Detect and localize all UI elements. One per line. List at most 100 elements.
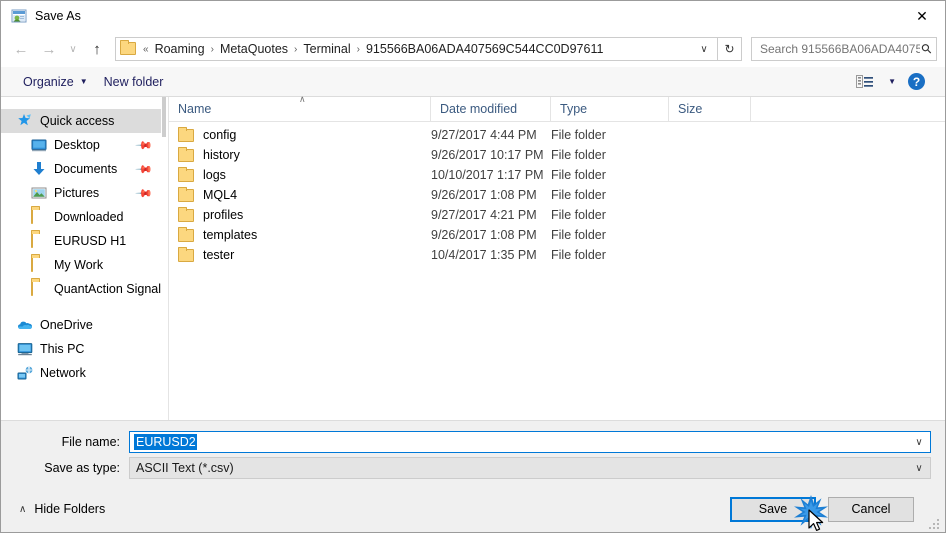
dialog-body: Quick access Desktop 📌 Documents 📌 Pictu… bbox=[1, 93, 945, 420]
sidebar-item-network[interactable]: Network bbox=[1, 361, 161, 385]
sidebar-item-desktop[interactable]: Desktop 📌 bbox=[1, 133, 161, 157]
navigation-bar: ← → ∨ ↑ « Roaming › MetaQuotes › Termina… bbox=[1, 31, 945, 67]
file-name-label: logs bbox=[203, 168, 226, 182]
column-header-size[interactable]: Size bbox=[669, 96, 751, 122]
file-list-pane: Name ∧ Date modified Type Size config 9/… bbox=[169, 93, 945, 420]
file-date-cell: 9/27/2017 4:44 PM bbox=[431, 128, 537, 142]
organize-button[interactable]: Organize ▼ bbox=[15, 71, 96, 93]
file-date-cell: 9/26/2017 10:17 PM bbox=[431, 148, 544, 162]
chevron-up-icon: ∧ bbox=[19, 503, 27, 515]
command-bar-right: ▼ ? bbox=[856, 73, 935, 90]
table-row[interactable]: templates 9/26/2017 1:08 PM File folder bbox=[169, 225, 945, 245]
command-bar: Organize ▼ New folder ▼ ? bbox=[1, 67, 945, 97]
this-pc-icon bbox=[17, 341, 33, 357]
navigation-pane: Quick access Desktop 📌 Documents 📌 Pictu… bbox=[1, 97, 161, 420]
table-row[interactable]: MQL4 9/26/2017 1:08 PM File folder bbox=[169, 185, 945, 205]
sidebar-item-onedrive[interactable]: OneDrive bbox=[1, 313, 161, 337]
footer-buttons: Save Cancel bbox=[730, 494, 931, 531]
search-box[interactable]: ⚲ bbox=[751, 37, 937, 61]
table-row[interactable]: history 9/26/2017 10:17 PM File folder bbox=[169, 145, 945, 165]
save-as-type-row: Save as type: ASCII Text (*.csv) ∨ bbox=[15, 457, 931, 479]
breadcrumb-separator: › bbox=[356, 43, 360, 55]
file-name-label: tester bbox=[203, 248, 235, 262]
sort-ascending-icon: ∧ bbox=[299, 93, 306, 104]
sidebar-item-this-pc[interactable]: This PC bbox=[1, 337, 161, 361]
file-name-value: EURUSD2 bbox=[134, 434, 197, 450]
breadcrumb-item-terminal-id[interactable]: 915566BA06ADA407569C544CC0D97611 bbox=[362, 40, 607, 58]
file-type-cell: File folder bbox=[551, 128, 606, 142]
pictures-icon bbox=[31, 185, 47, 201]
table-row[interactable]: profiles 9/27/2017 4:21 PM File folder bbox=[169, 205, 945, 225]
sidebar-item-label: Pictures bbox=[54, 186, 100, 200]
address-bar[interactable]: « Roaming › MetaQuotes › Terminal › 9155… bbox=[115, 37, 718, 61]
back-button[interactable]: ← bbox=[7, 36, 35, 62]
file-name-cell: profiles bbox=[169, 206, 431, 222]
folder-icon bbox=[31, 208, 47, 225]
sidebar-item-downloaded[interactable]: Downloaded bbox=[1, 205, 161, 229]
folder-icon bbox=[178, 206, 194, 222]
chevron-down-icon[interactable]: ∨ bbox=[908, 463, 930, 474]
breadcrumb-item-roaming[interactable]: Roaming bbox=[151, 40, 209, 58]
file-name-label: history bbox=[203, 148, 240, 162]
column-header-row: Name ∧ Date modified Type Size bbox=[169, 93, 945, 122]
save-button[interactable]: Save bbox=[730, 494, 828, 531]
sidebar-item-quick-access[interactable]: Quick access bbox=[1, 109, 161, 133]
onedrive-icon bbox=[17, 317, 33, 333]
resize-grip-icon[interactable] bbox=[927, 515, 941, 529]
folder-icon bbox=[31, 256, 47, 273]
pane-splitter[interactable] bbox=[161, 97, 169, 420]
pin-icon[interactable]: 📌 bbox=[135, 136, 154, 154]
sidebar-item-label: QuantAction Signal bbox=[54, 282, 161, 296]
chevron-down-icon[interactable]: ∨ bbox=[693, 38, 715, 60]
sidebar-item-eurusd-h1[interactable]: EURUSD H1 bbox=[1, 229, 161, 253]
sidebar-item-label: Quick access bbox=[40, 114, 115, 128]
breadcrumb-leading-separator: « bbox=[143, 43, 149, 55]
breadcrumb-item-terminal[interactable]: Terminal bbox=[299, 40, 354, 58]
help-icon[interactable]: ? bbox=[908, 73, 925, 90]
file-date-cell: 9/26/2017 1:08 PM bbox=[431, 228, 537, 242]
file-name-label: MQL4 bbox=[203, 188, 238, 202]
refresh-icon[interactable]: ↻ bbox=[718, 37, 742, 61]
save-form: File name: EURUSD2 ∨ Save as type: ASCII… bbox=[1, 420, 945, 486]
file-type-cell: File folder bbox=[551, 148, 606, 162]
search-input[interactable] bbox=[758, 41, 923, 57]
file-type-cell: File folder bbox=[551, 248, 606, 262]
folder-icon bbox=[178, 246, 194, 262]
sidebar-divider-gap bbox=[1, 301, 161, 313]
mouse-cursor-icon bbox=[808, 508, 826, 533]
chevron-down-icon[interactable]: ∨ bbox=[908, 437, 930, 448]
column-header-type[interactable]: Type bbox=[551, 96, 669, 122]
recent-locations-button[interactable]: ∨ bbox=[63, 36, 83, 62]
column-header-name[interactable]: Name ∧ bbox=[169, 93, 431, 122]
desktop-icon bbox=[31, 137, 47, 153]
forward-button[interactable]: → bbox=[35, 36, 63, 62]
organize-label: Organize bbox=[23, 74, 74, 89]
cancel-button[interactable]: Cancel bbox=[828, 496, 914, 522]
column-header-label: Name bbox=[178, 102, 212, 116]
folder-icon bbox=[178, 226, 194, 242]
sidebar-item-quantaction-signal[interactable]: QuantAction Signal bbox=[1, 277, 161, 301]
sidebar-item-pictures[interactable]: Pictures 📌 bbox=[1, 181, 161, 205]
sidebar-item-my-work[interactable]: My Work bbox=[1, 253, 161, 277]
table-row[interactable]: tester 10/4/2017 1:35 PM File folder bbox=[169, 245, 945, 265]
star-pin-icon bbox=[17, 113, 33, 129]
new-folder-button[interactable]: New folder bbox=[96, 71, 172, 93]
hide-folders-button[interactable]: ∧ Hide Folders bbox=[15, 502, 105, 516]
breadcrumb-separator: › bbox=[210, 43, 214, 55]
title-bar: Save As ✕ bbox=[1, 1, 945, 31]
table-row[interactable]: config 9/27/2017 4:44 PM File folder bbox=[169, 125, 945, 145]
pin-icon[interactable]: 📌 bbox=[135, 160, 154, 178]
window-title: Save As bbox=[35, 9, 81, 23]
up-button[interactable]: ↑ bbox=[83, 36, 111, 62]
chevron-down-icon[interactable]: ▼ bbox=[888, 77, 896, 86]
pin-icon[interactable]: 📌 bbox=[135, 184, 154, 202]
view-layout-icon[interactable] bbox=[856, 74, 876, 90]
save-as-type-select[interactable]: ASCII Text (*.csv) ∨ bbox=[129, 457, 931, 479]
breadcrumb-item-metaquotes[interactable]: MetaQuotes bbox=[216, 40, 292, 58]
close-icon[interactable]: ✕ bbox=[899, 1, 945, 31]
file-name-input[interactable]: EURUSD2 ∨ bbox=[129, 431, 931, 453]
file-date-cell: 10/10/2017 1:17 PM bbox=[431, 168, 544, 182]
sidebar-item-documents[interactable]: Documents 📌 bbox=[1, 157, 161, 181]
column-header-date-modified[interactable]: Date modified bbox=[431, 96, 551, 122]
table-row[interactable]: logs 10/10/2017 1:17 PM File folder bbox=[169, 165, 945, 185]
